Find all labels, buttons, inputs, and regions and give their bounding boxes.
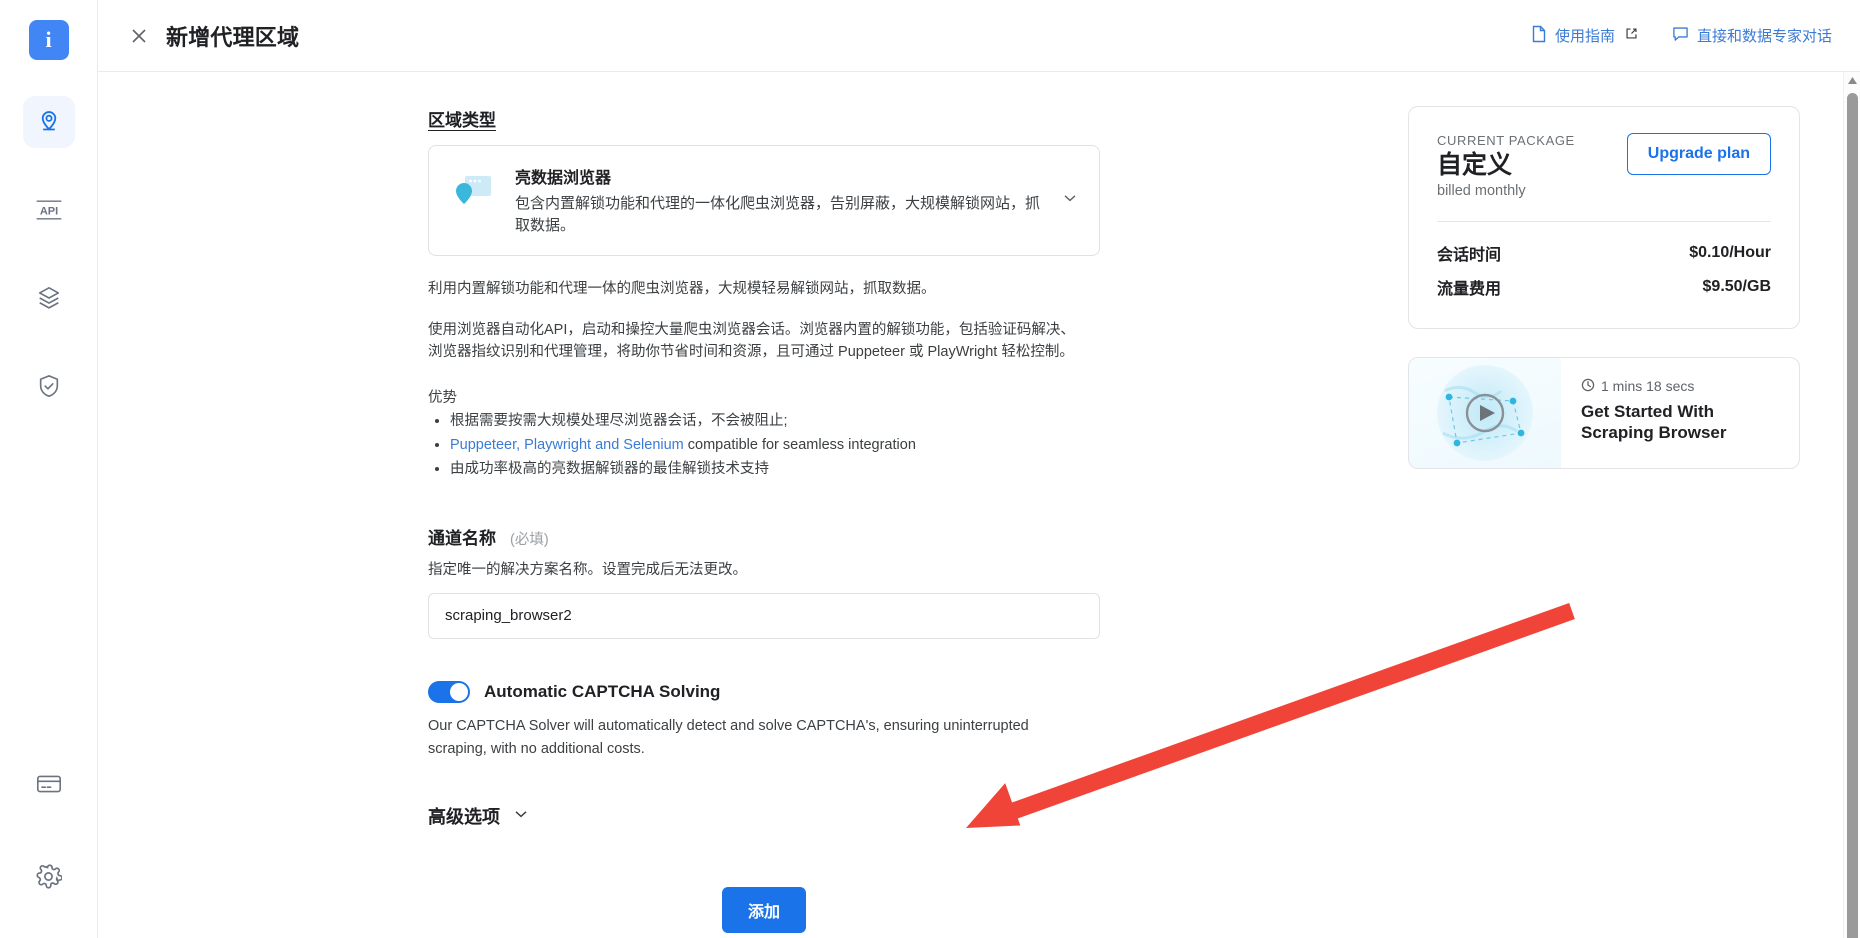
video-duration-row: 1 mins 18 secs — [1581, 378, 1781, 395]
talk-to-expert-label: 直接和数据专家对话 — [1696, 28, 1832, 45]
toggle-knob — [450, 682, 468, 701]
scrollbar-thumb[interactable] — [1846, 93, 1858, 938]
sidebar-item-api[interactable]: API — [23, 184, 75, 236]
zone-type-section-label: 区域类型 — [428, 111, 496, 130]
vertical-scrollbar[interactable] — [1843, 72, 1860, 938]
package-row: 会话时间 $0.10/Hour — [1437, 236, 1771, 270]
scraping-browser-icon — [451, 164, 497, 215]
chevron-up-icon — [1847, 77, 1857, 84]
submit-row: 添加 — [428, 887, 1100, 938]
page-title: 新增代理区域 — [166, 24, 300, 50]
zone-type-card[interactable]: 亮数据浏览器 包含内置解锁功能和代理的一体化爬虫浏览器，告别屏蔽，大规模解锁网站… — [428, 145, 1100, 257]
sidebar-nav-bottom — [0, 758, 97, 902]
benefits-list: 根据需要按需大规模处理尽浏览器会话，不会被阻止; Puppeteer, Play… — [450, 410, 1100, 480]
clock-icon — [1581, 378, 1595, 395]
captcha-description: Our CAPTCHA Solver will automatically de… — [428, 717, 1029, 758]
benefits-label: 优势 — [428, 389, 457, 406]
talk-to-expert-link[interactable]: 直接和数据专家对话 — [1672, 25, 1832, 46]
video-duration: 1 mins 18 secs — [1601, 378, 1695, 394]
advanced-options-toggle[interactable]: 高级选项 — [428, 803, 1100, 829]
benefit-text: 由成功率极高的亮数据解锁器的最佳解锁技术支持 — [450, 460, 769, 477]
upgrade-plan-button[interactable]: Upgrade plan — [1626, 133, 1771, 175]
shield-check-icon — [36, 373, 62, 399]
package-row-label: 流量费用 — [1437, 280, 1502, 298]
sidebar-nav: API — [22, 96, 75, 412]
usage-guide-label: 使用指南 — [1554, 28, 1615, 45]
benefit-item: Puppeteer, Playwright and Selenium compa… — [450, 434, 1100, 456]
credit-card-icon — [35, 771, 63, 797]
add-button[interactable]: 添加 — [721, 887, 806, 934]
chat-icon — [1672, 26, 1689, 46]
form-column: 区域类型 亮数据浏览器 包含内置解锁功能和代理的一体化爬虫浏览器，告别屏蔽，大规… — [428, 106, 1100, 829]
content-scroll: 区域类型 亮数据浏览器 包含内置解锁功能和代理的一体化爬虫浏览器，告别屏蔽，大规… — [98, 72, 1338, 938]
sidebar-item-billing[interactable] — [23, 758, 75, 810]
captcha-toggle[interactable] — [428, 680, 470, 703]
chevron-down-icon — [512, 805, 530, 828]
package-row: 流量费用 $9.50/GB — [1437, 270, 1771, 304]
left-sidebar: i API — [0, 0, 98, 938]
globe-network-graphic — [1437, 364, 1533, 461]
sidebar-item-proxies[interactable] — [22, 96, 75, 148]
video-thumbnail — [1409, 357, 1561, 468]
scroll-up-button[interactable] — [1844, 72, 1860, 89]
zone-type-title: 亮数据浏览器 — [515, 170, 612, 187]
channel-name-field-block: 通道名称 (必填) 指定唯一的解决方案名称。设置完成后无法更改。 — [428, 524, 1100, 639]
current-package-card: CURRENT PACKAGE 自定义 billed monthly Upgra… — [1408, 106, 1800, 329]
main-panel: 新增代理区域 使用指南 直接和数据专家对话 区域类型 亮数据浏览器 包含内置解锁… — [98, 0, 1860, 938]
benefit-item: 由成功率极高的亮数据解锁器的最佳解锁技术支持 — [450, 458, 1100, 480]
channel-name-hint: 指定唯一的解决方案名称。设置完成后无法更改。 — [428, 561, 747, 578]
zone-paragraph-2: 使用浏览器自动化API，启动和操控大量爬虫浏览器会话。浏览器内置的解锁功能，包括… — [428, 321, 1075, 361]
channel-name-label: 通道名称 — [428, 528, 496, 548]
benefit-text: compatible for seamless integration — [683, 436, 916, 453]
page-header: 新增代理区域 使用指南 直接和数据专家对话 — [98, 0, 1860, 72]
scrollbar-track[interactable] — [1844, 89, 1860, 938]
chevron-down-icon[interactable] — [1061, 189, 1079, 212]
right-column: CURRENT PACKAGE 自定义 billed monthly Upgra… — [1408, 72, 1860, 938]
brand-logo-text: i — [45, 27, 52, 52]
zone-type-description: 包含内置解锁功能和代理的一体化爬虫浏览器，告别屏蔽，大规模解锁网站，抓取数据。 — [515, 195, 1041, 235]
benefit-link[interactable]: Puppeteer, Playwright and Selenium — [450, 437, 684, 453]
captcha-toggle-label: Automatic CAPTCHA Solving — [484, 681, 721, 701]
svg-text:API: API — [39, 205, 57, 217]
package-row-label: 会话时间 — [1437, 246, 1502, 264]
sidebar-item-settings[interactable] — [23, 850, 75, 902]
package-header: CURRENT PACKAGE 自定义 billed monthly Upgra… — [1437, 133, 1771, 199]
sidebar-item-datasets[interactable] — [23, 272, 75, 324]
location-pin-icon — [36, 109, 62, 135]
api-icon: API — [34, 197, 64, 223]
gear-icon — [35, 863, 62, 890]
layers-icon — [36, 285, 62, 311]
package-billing: billed monthly — [1437, 182, 1526, 199]
close-button[interactable] — [122, 19, 156, 53]
channel-name-label-row: 通道名称 (必填) — [428, 524, 1100, 549]
video-meta: 1 mins 18 secs Get Started With Scraping… — [1561, 358, 1799, 468]
sidebar-item-security[interactable] — [23, 360, 75, 412]
external-link-icon — [1625, 27, 1638, 44]
zone-paragraph-1: 利用内置解锁功能和代理一体的爬虫浏览器，大规模轻易解锁网站，抓取数据。 — [428, 281, 936, 298]
channel-name-input[interactable] — [428, 592, 1100, 639]
channel-name-required-hint: (必填) — [510, 531, 549, 548]
usage-guide-link[interactable]: 使用指南 — [1531, 25, 1638, 47]
brand-logo[interactable]: i — [28, 20, 69, 60]
benefit-text: 根据需要按需大规模处理尽浏览器会话，不会被阻止; — [450, 412, 788, 429]
video-title: Get Started With Scraping Browser — [1581, 401, 1727, 442]
captcha-toggle-row: Automatic CAPTCHA Solving — [428, 680, 1100, 703]
package-name: 自定义 — [1437, 151, 1513, 179]
package-divider — [1437, 220, 1771, 222]
zone-type-text: 亮数据浏览器 包含内置解锁功能和代理的一体化爬虫浏览器，告别屏蔽，大规模解锁网站… — [515, 164, 1043, 237]
app-root: i API 新增代理区域 使用指南 直接和数据专家对话 区域类型 亮数据浏览器 … — [0, 0, 1860, 938]
package-row-value: $9.50/GB — [1702, 277, 1771, 295]
close-icon — [132, 28, 146, 43]
tutorial-video-card[interactable]: 1 mins 18 secs Get Started With Scraping… — [1408, 356, 1800, 469]
advanced-options-label: 高级选项 — [428, 807, 500, 828]
document-icon — [1531, 25, 1547, 47]
package-row-value: $0.10/Hour — [1689, 243, 1771, 261]
benefit-item: 根据需要按需大规模处理尽浏览器会话，不会被阻止; — [450, 410, 1100, 432]
page-body: 区域类型 亮数据浏览器 包含内置解锁功能和代理的一体化爬虫浏览器，告别屏蔽，大规… — [98, 72, 1860, 938]
package-info: CURRENT PACKAGE 自定义 billed monthly — [1437, 133, 1575, 199]
package-kicker: CURRENT PACKAGE — [1437, 133, 1575, 148]
